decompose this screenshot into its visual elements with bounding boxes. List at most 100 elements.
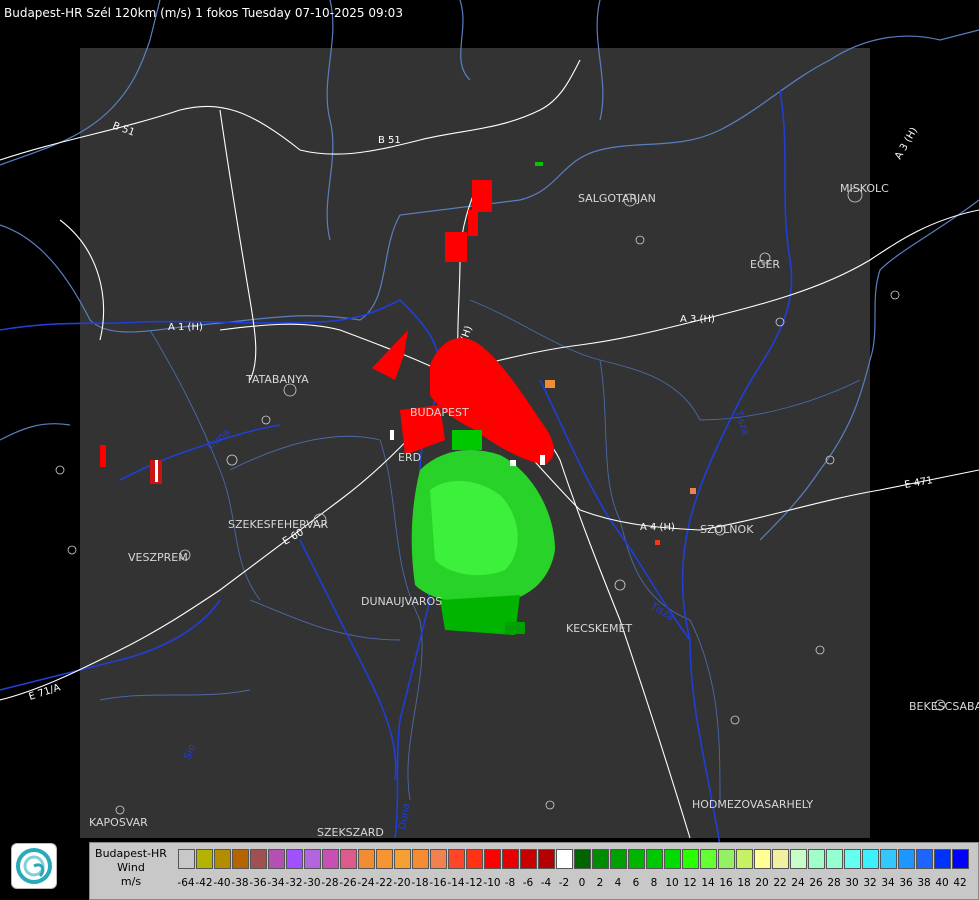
legend-tick-label: 26 <box>809 877 823 889</box>
legend-tick-label: -42 <box>195 877 213 889</box>
legend-tick-label: -24 <box>357 877 375 889</box>
legend-swatch <box>916 849 933 869</box>
legend-swatch <box>484 849 501 869</box>
legend-tick-label: 42 <box>953 877 967 889</box>
legend-swatch <box>682 849 699 869</box>
legend-swatch <box>286 849 303 869</box>
legend-quantity: Wind <box>117 861 145 874</box>
legend-tick-label: 38 <box>917 877 931 889</box>
legend-swatch <box>610 849 627 869</box>
legend-tick-label: -38 <box>231 877 249 889</box>
legend-tick-label: -36 <box>249 877 267 889</box>
legend-tick-label: -4 <box>540 877 552 889</box>
legend-swatch <box>556 849 573 869</box>
legend-ticks: -64 -42 -40 -38 -36 -34 -32 -30 -28 -26 -24 -22 -20-… <box>177 877 978 891</box>
legend-tick-label: -6 <box>522 877 534 889</box>
legend-swatch <box>934 849 951 869</box>
svg-text:A 4 (H): A 4 (H) <box>640 522 675 533</box>
legend-tick-label: 30 <box>845 877 859 889</box>
legend-tick-label: 8 <box>650 877 658 889</box>
legend-tick-label: 0 <box>578 877 586 889</box>
legend-tick-label: 18 <box>737 877 751 889</box>
legend-swatch <box>772 849 789 869</box>
legend-swatch <box>628 849 645 869</box>
legend-swatch <box>214 849 231 869</box>
legend-swatch <box>718 849 735 869</box>
svg-text:B 51: B 51 <box>378 135 401 146</box>
legend-swatch <box>340 849 357 869</box>
color-legend: Budapest-HR Wind m/s -64 -42 -40 -38 -36 -34-… <box>89 842 979 900</box>
legend-swatch <box>502 849 519 869</box>
legend-swatch <box>448 849 465 869</box>
legend-swatch <box>430 849 447 869</box>
legend-tick-label: 20 <box>755 877 769 889</box>
legend-tick-label: 2 <box>596 877 604 889</box>
legend-swatch <box>880 849 897 869</box>
legend-tick-label: 32 <box>863 877 877 889</box>
svg-text:A 3 (H): A 3 (H) <box>680 314 715 325</box>
legend-swatch <box>952 849 969 869</box>
legend-swatch <box>790 849 807 869</box>
legend-tick-label: 24 <box>791 877 805 889</box>
legend-tick-label: -2 <box>558 877 570 889</box>
legend-swatch <box>250 849 267 869</box>
svg-text:A 3 (H): A 3 (H) <box>893 126 920 162</box>
legend-tick-label: 10 <box>665 877 679 889</box>
legend-swatch <box>898 849 915 869</box>
legend-label: Budapest-HR Wind m/s <box>90 847 172 889</box>
legend-swatch <box>520 849 537 869</box>
legend-swatch <box>646 849 663 869</box>
legend-swatch <box>862 849 879 869</box>
legend-swatch <box>268 849 285 869</box>
legend-tick-label: -26 <box>339 877 357 889</box>
legend-tick-label: -22 <box>375 877 393 889</box>
legend-tick-label: -20 <box>393 877 411 889</box>
legend-swatch <box>466 849 483 869</box>
legend-swatch <box>376 849 393 869</box>
legend-tick-label: -18 <box>411 877 429 889</box>
legend-swatch <box>592 849 609 869</box>
legend-tick-label: 40 <box>935 877 949 889</box>
legend-tick-label: 14 <box>701 877 715 889</box>
legend-swatch <box>178 849 195 869</box>
legend-swatch <box>664 849 681 869</box>
map-title: Budapest-HR Szél 120km (m/s) 1 fokos Tue… <box>4 6 403 20</box>
svg-text:A 1 (H): A 1 (H) <box>168 322 203 333</box>
legend-tick-label: 12 <box>683 877 697 889</box>
legend-tick-label: -14 <box>447 877 465 889</box>
legend-swatches <box>178 849 970 869</box>
legend-swatch <box>826 849 843 869</box>
legend-tick-label: 6 <box>632 877 640 889</box>
legend-tick-label: -32 <box>285 877 303 889</box>
legend-tick-label: 4 <box>614 877 622 889</box>
legend-swatch <box>394 849 411 869</box>
legend-tick-label: -8 <box>504 877 516 889</box>
met-service-logo <box>11 843 57 889</box>
legend-tick-label: -34 <box>267 877 285 889</box>
legend-station: Budapest-HR <box>95 847 167 860</box>
radar-map[interactable]: B 51 B 51 A 3 (H) A 3 (H) A 4 (H) E 471 … <box>0 0 979 900</box>
legend-unit: m/s <box>120 875 142 888</box>
legend-swatch <box>754 849 771 869</box>
legend-swatch <box>808 849 825 869</box>
legend-tick-label: -12 <box>465 877 483 889</box>
legend-tick-label: -40 <box>213 877 231 889</box>
legend-swatch <box>538 849 555 869</box>
legend-swatch <box>844 849 861 869</box>
legend-tick-label: -10 <box>483 877 501 889</box>
legend-swatch <box>700 849 717 869</box>
legend-tick-label: 36 <box>899 877 913 889</box>
legend-swatch <box>736 849 753 869</box>
legend-swatch <box>358 849 375 869</box>
svg-text:E 471: E 471 <box>904 475 934 491</box>
legend-swatch <box>412 849 429 869</box>
legend-tick-label: 16 <box>719 877 733 889</box>
legend-tick-label: -64 <box>177 877 195 889</box>
legend-tick-label: 34 <box>881 877 895 889</box>
legend-swatch <box>232 849 249 869</box>
legend-tick-label: 22 <box>773 877 787 889</box>
legend-tick-label: -30 <box>303 877 321 889</box>
legend-swatch <box>304 849 321 869</box>
legend-swatch <box>196 849 213 869</box>
swirl-logo-icon <box>16 848 52 884</box>
